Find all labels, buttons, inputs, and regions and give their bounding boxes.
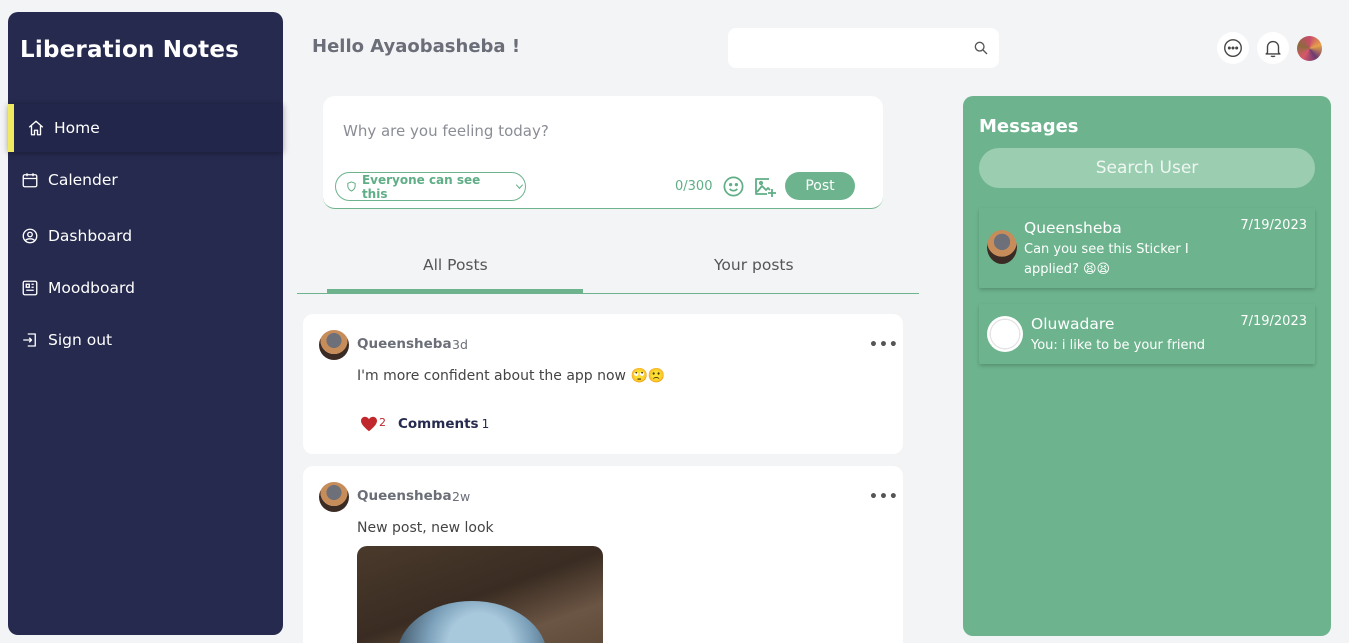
- notifications-button[interactable]: [1257, 32, 1289, 64]
- like-count: 2: [379, 416, 386, 429]
- conversation-date: 7/19/2023: [1240, 218, 1307, 233]
- visibility-selector[interactable]: Everyone can see this: [335, 172, 526, 201]
- search-user-button[interactable]: Search User: [979, 148, 1315, 188]
- post-author[interactable]: Queensheba: [357, 488, 452, 504]
- comments-button[interactable]: Comments 1: [398, 416, 489, 432]
- sidebar-item-label: Dashboard: [48, 227, 133, 245]
- greeting: Hello Ayaobasheba !: [312, 36, 521, 57]
- post-text: I'm more confident about the app now 🙄🙁: [357, 368, 666, 384]
- chat-icon: [1224, 39, 1242, 57]
- app-brand: Liberation Notes: [20, 37, 240, 63]
- conversation-preview: You: i like to be your friend: [1031, 338, 1206, 353]
- sign-out-icon: [23, 333, 36, 347]
- sidebar-item-label: Calender: [48, 171, 118, 189]
- comments-count: 1: [481, 417, 490, 431]
- sidebar-item-sign-out[interactable]: Sign out: [8, 316, 283, 364]
- user-avatar[interactable]: [1297, 36, 1322, 61]
- sidebar-item-label: Moodboard: [48, 279, 135, 297]
- conversation-date: 7/19/2023: [1240, 314, 1307, 329]
- comments-label: Comments: [398, 416, 479, 432]
- sidebar: Liberation Notes Home Calender Dashboard…: [8, 12, 283, 635]
- sidebar-item-label: Home: [54, 119, 100, 137]
- home-icon: [28, 120, 44, 136]
- avatar[interactable]: [319, 330, 349, 360]
- sidebar-item-label: Sign out: [48, 331, 113, 349]
- shield-icon: [347, 181, 356, 192]
- avatar[interactable]: [319, 482, 349, 512]
- heart-icon[interactable]: [360, 416, 378, 432]
- sidebar-item-home[interactable]: Home: [8, 104, 283, 152]
- search-input[interactable]: [728, 28, 999, 68]
- post-input[interactable]: Why are you feeling today?: [343, 122, 549, 140]
- more-options-icon[interactable]: •••: [869, 489, 899, 505]
- tab-your-posts[interactable]: Your posts: [714, 256, 794, 274]
- messages-button[interactable]: [1217, 32, 1249, 64]
- sidebar-item-moodboard[interactable]: Moodboard: [8, 264, 283, 312]
- avatar: [987, 230, 1017, 264]
- post-composer: Why are you feeling today? Everyone can …: [323, 96, 883, 209]
- post-text: New post, new look: [357, 520, 494, 536]
- conversation-item[interactable]: Oluwadare 7/19/2023 You: i like to be yo…: [979, 304, 1315, 364]
- bell-icon: [1265, 40, 1281, 58]
- conversation-preview: Can you see this Sticker I applied? 😫😫: [1024, 242, 1189, 277]
- tab-all-posts[interactable]: All Posts: [423, 256, 488, 274]
- sidebar-item-dashboard[interactable]: Dashboard: [8, 212, 283, 260]
- character-counter: 0/300: [675, 179, 713, 194]
- post-image[interactable]: [357, 546, 603, 643]
- user-circle-icon: [22, 228, 38, 244]
- post-button[interactable]: Post: [785, 172, 855, 200]
- active-tab-indicator: [327, 289, 583, 293]
- sidebar-item-calender[interactable]: Calender: [8, 156, 283, 204]
- emoji-icon[interactable]: [722, 175, 745, 198]
- add-image-icon[interactable]: [753, 175, 777, 199]
- avatar: [987, 316, 1023, 352]
- moodboard-icon: [22, 280, 38, 296]
- messages-title: Messages: [979, 116, 1079, 137]
- post-time: 2w: [452, 489, 471, 504]
- search-icon[interactable]: [973, 40, 989, 56]
- calendar-icon: [22, 173, 38, 188]
- more-options-icon[interactable]: •••: [869, 337, 899, 353]
- conversation-item[interactable]: Queensheba 7/19/2023 Can you see this St…: [979, 208, 1315, 288]
- visibility-label: Everyone can see this: [361, 172, 481, 201]
- post-card: Queensheba 3d ••• I'm more confident abo…: [303, 314, 903, 454]
- conversation-name: Oluwadare: [1031, 315, 1115, 333]
- post-author[interactable]: Queensheba: [357, 336, 452, 352]
- chevron-down-icon: [515, 184, 524, 190]
- conversation-name: Queensheba: [1024, 219, 1122, 237]
- tabs-divider: [297, 293, 919, 294]
- post-time: 3d: [452, 337, 468, 352]
- post-card: Queensheba 2w ••• New post, new look: [303, 466, 903, 643]
- messages-panel: Messages Search User Queensheba 7/19/202…: [963, 96, 1331, 636]
